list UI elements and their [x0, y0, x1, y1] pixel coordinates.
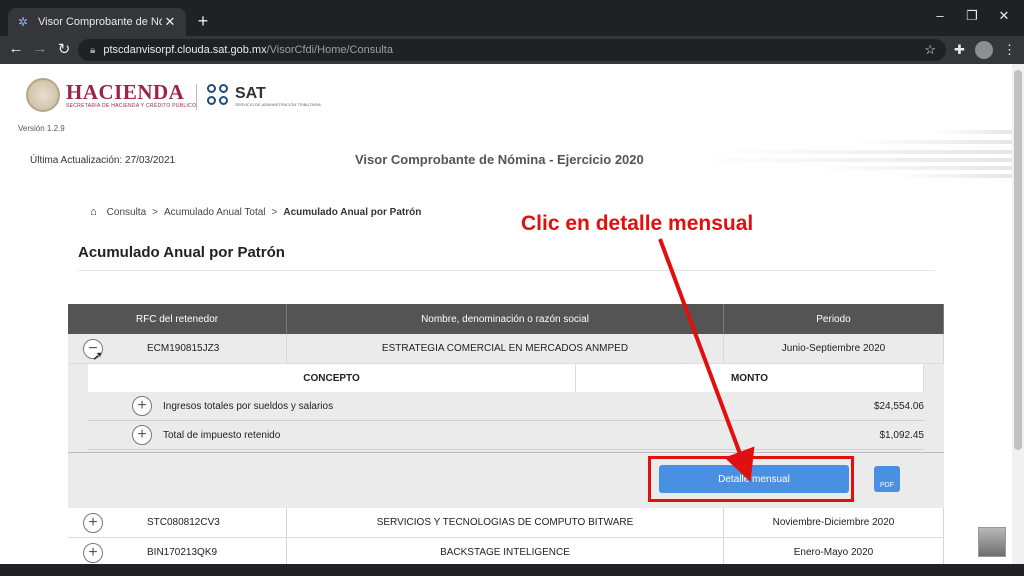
column-header-name: Nombre, denominación o razón social: [287, 304, 724, 334]
new-tab-button[interactable]: +: [193, 11, 213, 32]
column-header-period: Periodo: [724, 304, 944, 334]
sat-subtitle: SERVICIO DE ADMINISTRACIÓN TRIBUTARIA: [235, 101, 321, 107]
expand-icon[interactable]: +: [83, 543, 103, 563]
table-header: RFC del retenedor Nombre, denominación o…: [68, 304, 944, 334]
detail-row: + Total de impuesto retenido $1,092.45: [88, 421, 924, 450]
favicon-icon: ✲: [17, 15, 29, 29]
expand-icon[interactable]: +: [132, 425, 152, 445]
detail-header: CONCEPTO MONTO: [88, 364, 944, 392]
amount-cell: $24,554.06: [873, 401, 924, 412]
last-update-label: Última Actualización: 27/03/2021: [30, 155, 176, 166]
close-window-button[interactable]: ✕: [994, 8, 1014, 24]
concept-cell: Ingresos totales por sueldos y salarios: [163, 401, 334, 412]
expand-icon[interactable]: +: [132, 396, 152, 416]
webcam-overlay: [978, 527, 1006, 557]
home-icon[interactable]: ⌂: [90, 206, 97, 218]
sat-mark-icon: [207, 84, 231, 108]
scrollbar-thumb[interactable]: [1014, 70, 1022, 450]
name-cell: SERVICIOS Y TECNOLOGIAS DE COMPUTO BITWA…: [287, 508, 724, 537]
breadcrumb-item-current: Acumulado Anual por Patrón: [283, 206, 422, 218]
page-content: HACIENDA SECRETARÍA DE HACIENDA Y CRÉDIT…: [0, 64, 1012, 564]
sat-name: SAT: [235, 84, 266, 102]
lock-icon: 🔒︎: [90, 44, 96, 56]
pdf-icon[interactable]: PDF: [874, 466, 900, 492]
row-detail-panel: CONCEPTO MONTO + Ingresos totales por su…: [68, 364, 944, 508]
annotation-label: Clic en detalle mensual: [521, 212, 754, 235]
period-cell: Enero-Mayo 2020: [724, 538, 944, 564]
detail-header-concept: CONCEPTO: [88, 364, 576, 392]
back-icon[interactable]: ←: [6, 40, 26, 57]
highlight-box: [648, 456, 854, 502]
tab-active[interactable]: ✲ Visor Comprobante de Nómina ✕: [8, 8, 186, 36]
bookmark-star-icon[interactable]: ☆: [924, 42, 936, 58]
breadcrumb-item-acumulado-total[interactable]: Acumulado Anual Total: [164, 207, 266, 218]
detail-row: + Ingresos totales por sueldos y salario…: [88, 392, 924, 421]
expand-icon[interactable]: +: [83, 513, 103, 533]
extensions-icon[interactable]: ✚: [954, 42, 965, 58]
detail-header-amount: MONTO: [576, 364, 924, 392]
page-title: Visor Comprobante de Nómina - Ejercicio …: [355, 152, 644, 167]
sat-logo: SAT SERVICIO DE ADMINISTRACIÓN TRIBUTARI…: [207, 84, 321, 108]
period-cell: Junio-Septiembre 2020: [724, 334, 944, 363]
tab-close-icon[interactable]: ✕: [162, 14, 178, 30]
table-row: + STC080812CV3 SERVICIOS Y TECNOLOGIAS D…: [68, 508, 944, 538]
hacienda-logo: HACIENDA SECRETARÍA DE HACIENDA Y CRÉDIT…: [26, 78, 196, 112]
amount-cell: $1,092.45: [879, 430, 925, 441]
decorative-lines: [690, 126, 1012, 186]
name-cell: BACKSTAGE INTELIGENCE: [287, 538, 724, 564]
concept-cell: Total de impuesto retenido: [163, 430, 281, 441]
detail-actions: Detalle mensual PDF: [68, 452, 944, 508]
browser-window: ✲ Visor Comprobante de Nómina ✕ + – ❐ ✕ …: [0, 0, 1024, 576]
section-title: Acumulado Anual por Patrón: [78, 244, 285, 261]
breadcrumb-separator: >: [271, 206, 278, 218]
reload-icon[interactable]: ↻: [54, 40, 74, 58]
profile-avatar[interactable]: [975, 41, 993, 59]
tab-strip: ✲ Visor Comprobante de Nómina ✕ + – ❐ ✕: [0, 0, 1024, 36]
hacienda-subtitle: SECRETARÍA DE HACIENDA Y CRÉDITO PÚBLICO: [66, 103, 197, 109]
divider: [78, 270, 934, 271]
breadcrumb-item-consulta[interactable]: Consulta: [107, 207, 146, 218]
minimize-button[interactable]: –: [930, 8, 950, 23]
hacienda-name: HACIENDA: [66, 80, 185, 104]
scrollbar[interactable]: [1012, 64, 1024, 564]
national-seal-icon: [26, 78, 60, 112]
period-cell: Noviembre-Diciembre 2020: [724, 508, 944, 537]
rfc-cell: BIN170213QK9: [147, 547, 218, 558]
url-path: /VisorCfdi/Home/Consulta: [266, 44, 393, 56]
breadcrumb-separator: >: [152, 206, 158, 218]
address-bar[interactable]: 🔒︎ ptscdanvisorpf.clouda.sat.gob.mx /Vis…: [78, 39, 946, 61]
column-header-rfc: RFC del retenedor: [68, 304, 287, 334]
table-row: + BIN170213QK9 BACKSTAGE INTELIGENCE Ene…: [68, 538, 944, 564]
tab-title: Visor Comprobante de Nómina: [38, 16, 162, 28]
employer-table: RFC del retenedor Nombre, denominación o…: [68, 304, 944, 564]
name-cell: ESTRATEGIA COMERCIAL EN MERCADOS ANMPED: [287, 334, 724, 363]
menu-icon[interactable]: ⋮: [1003, 42, 1016, 58]
table-row: − ECM190815JZ3 ESTRATEGIA COMERCIAL EN M…: [68, 334, 944, 364]
url-host: ptscdanvisorpf.clouda.sat.gob.mx: [103, 44, 267, 56]
restore-button[interactable]: ❐: [962, 8, 982, 24]
rfc-cell: STC080812CV3: [147, 517, 220, 528]
mouse-cursor-icon: ➚: [92, 348, 103, 363]
rfc-cell: ECM190815JZ3: [147, 343, 220, 354]
version-label: Versión 1.2.9: [18, 124, 65, 133]
breadcrumb: ⌂ Consulta > Acumulado Anual Total > Acu…: [90, 206, 421, 218]
browser-toolbar: ← → ↻ 🔒︎ ptscdanvisorpf.clouda.sat.gob.m…: [0, 36, 1024, 64]
logo-divider: [196, 84, 197, 110]
forward-icon[interactable]: →: [30, 40, 50, 57]
